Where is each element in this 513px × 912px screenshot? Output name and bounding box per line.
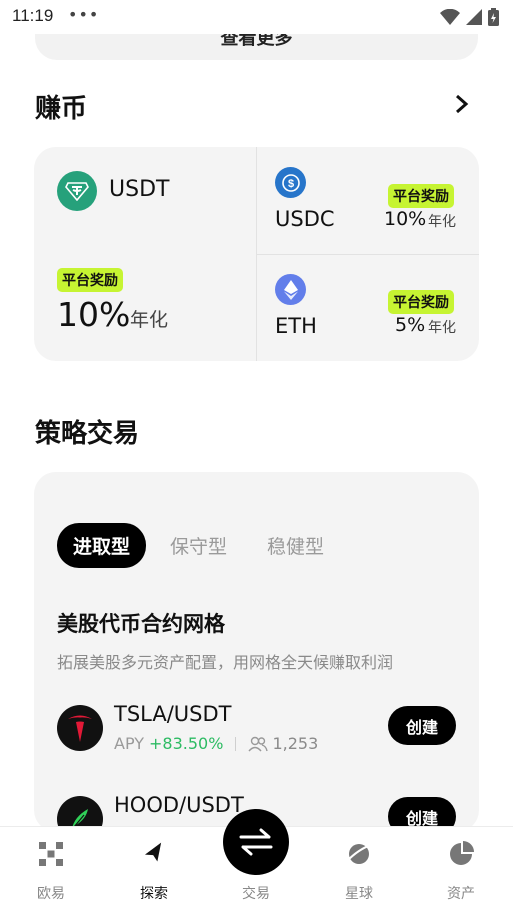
apr-rate: 5% (395, 314, 426, 336)
apr-suffix: 年化 (428, 320, 456, 336)
users-icon (248, 736, 269, 751)
nav-label: 交易 (242, 886, 270, 902)
divider (257, 254, 479, 255)
tab-balanced[interactable]: 稳健型 (267, 532, 324, 559)
apy-value: +83.50% (149, 734, 224, 753)
status-icons (440, 8, 499, 26)
apr-rate: 10% (57, 295, 131, 334)
platform-reward-badge: 平台奖励 (388, 184, 454, 208)
usdt-icon (57, 171, 97, 211)
eth-icon (275, 274, 306, 305)
tab-conservative[interactable]: 保守型 (170, 532, 227, 559)
coin-name-usdt[interactable]: USDT (109, 177, 169, 202)
nav-item-assets[interactable]: 资产 (426, 827, 496, 912)
trade-button[interactable] (223, 809, 289, 875)
tab-aggressive[interactable]: 进取型 (57, 523, 147, 568)
apr-suffix: 年化 (130, 309, 169, 331)
bottom-nav: 欧易 探索 交易 星球 资产 (0, 809, 513, 912)
pair-meta: APY +83.50% 1,253 (114, 734, 318, 753)
earn-card: USDT 平台奖励 10% 年化 $ USDC 平台奖励 10% 年化 ETH … (34, 147, 479, 361)
nav-label: 探索 (140, 886, 168, 902)
earn-section-title: 赚币 (35, 94, 88, 124)
swap-arrows-icon (239, 828, 273, 856)
strategy-name: 美股代币合约网格 (57, 612, 225, 636)
strategy-card: 进取型 保守型 稳健型 美股代币合约网格 拓展美股多元资产配置，用网格全天候赚取… (34, 472, 479, 832)
pie-chart-icon (450, 841, 474, 865)
usdc-icon: $ (275, 167, 306, 198)
platform-reward-badge: 平台奖励 (388, 290, 454, 314)
more-dots-icon: ••• (68, 5, 100, 24)
status-time: 11:19 (12, 6, 54, 25)
tesla-logo-icon (57, 705, 103, 751)
nav-label: 星球 (345, 886, 373, 902)
nav-label: 资产 (447, 886, 475, 902)
list-item[interactable]: TSLA/USDT APY +83.50% 1,253 创建 (57, 702, 457, 762)
user-count: 1,253 (272, 734, 319, 753)
okx-logo-icon (39, 842, 63, 866)
battery-icon (488, 8, 499, 26)
coin-name-eth[interactable]: ETH (275, 314, 317, 338)
nav-label: 欧易 (37, 886, 65, 902)
chevron-right-icon[interactable] (452, 92, 472, 116)
planet-icon (346, 844, 372, 864)
apr-suffix: 年化 (428, 214, 456, 230)
coin-name-usdc[interactable]: USDC (275, 207, 335, 231)
nav-item-planet[interactable]: 星球 (324, 827, 394, 912)
strategy-section-title: 策略交易 (35, 419, 140, 449)
nav-item-okx[interactable]: 欧易 (16, 827, 86, 912)
pair-name: HOOD/USDT (114, 793, 244, 817)
platform-reward-badge: 平台奖励 (57, 268, 123, 292)
apr-rate: 10% (384, 208, 427, 230)
apy-label: APY (114, 734, 145, 753)
strategy-description: 拓展美股多元资产配置，用网格全天候赚取利润 (57, 653, 394, 672)
nav-item-explore[interactable]: 探索 (119, 827, 189, 912)
compass-icon (144, 842, 162, 862)
signal-icon (466, 9, 482, 25)
status-bar: 11:19 ••• (0, 0, 513, 34)
divider (235, 736, 237, 751)
wifi-icon (440, 9, 460, 25)
pair-name: TSLA/USDT (114, 702, 232, 726)
create-button[interactable]: 创建 (388, 706, 456, 745)
svg-text:$: $ (287, 178, 293, 190)
strategy-tabs: 进取型 保守型 稳健型 (57, 523, 364, 568)
